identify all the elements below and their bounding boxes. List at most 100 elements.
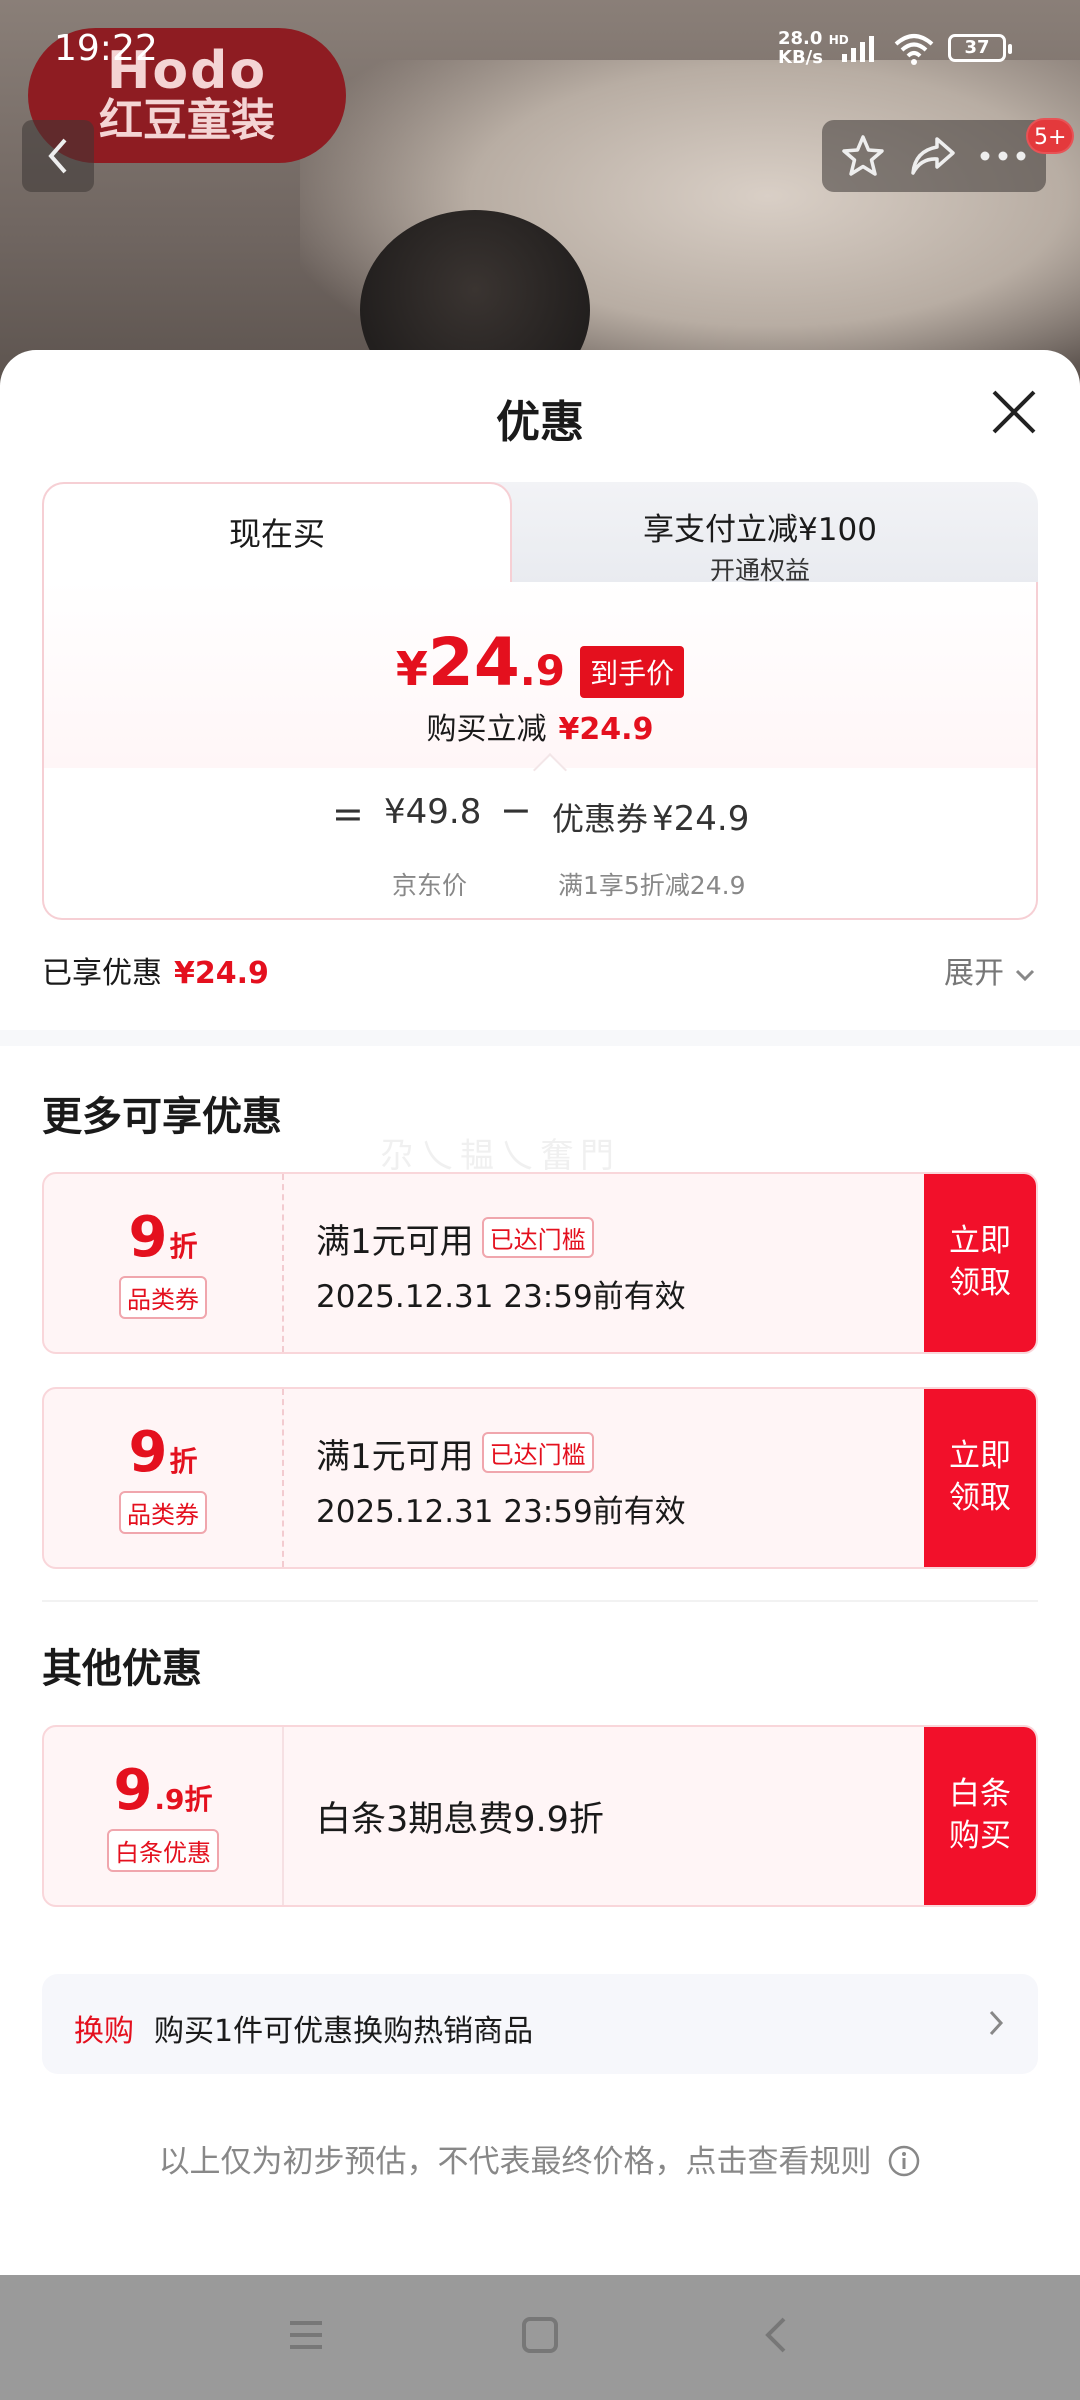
system-nav-bar — [0, 2275, 1080, 2400]
coupon-info: 满1元可用 已达门槛 2025.12.31 23:59前有效 — [316, 1174, 686, 1352]
menu-icon[interactable] — [286, 2315, 326, 2355]
enjoyed-discount-label: 已享优惠 — [42, 956, 162, 991]
tab-buy-now[interactable]: 现在买 — [42, 482, 512, 582]
wifi-icon — [894, 34, 934, 65]
coupon-discount-number: 9 — [128, 1420, 168, 1485]
claim-coupon-label-2: 领取 — [949, 1480, 1011, 1516]
coupon-discount: 9折 — [44, 1425, 282, 1481]
claim-coupon-button[interactable]: 立即 领取 — [924, 1389, 1036, 1567]
baitiao-discount-number: 9 — [113, 1758, 153, 1823]
expand-button[interactable]: 展开 — [944, 948, 1036, 992]
instant-discount: 购买立减 ¥24.9 — [44, 704, 1036, 748]
final-price-currency: ¥ — [395, 642, 428, 696]
equals-sign: = — [332, 792, 364, 836]
final-price-row: ¥24.9 到手价 — [44, 624, 1036, 701]
tab-pay-discount-subtitle: 开通权益 — [709, 556, 810, 585]
coupon-discount-unit: 折 — [169, 1230, 198, 1263]
coupon-deduction: 优惠券 ¥24.9 — [552, 794, 749, 840]
baitiao-card: 9.9折 白条优惠 白条3期息费9.9折 白条购买 — [42, 1725, 1038, 1907]
coupon-card: 9折 品类券 满1元可用 已达门槛 2025.12.31 23:59前有效 立即领… — [42, 1387, 1038, 1569]
final-price-integer: 24 — [427, 624, 520, 701]
claim-coupon-label-1: 立即 — [949, 1438, 1011, 1475]
jd-price: ¥49.8 — [384, 792, 482, 832]
swap-text: 购买1件可优惠换购热销商品 — [154, 2014, 534, 2049]
baitiao-type: 白条优惠 — [107, 1829, 219, 1872]
battery-icon: 37 — [948, 34, 1012, 62]
claim-coupon-button[interactable]: 立即 领取 — [924, 1174, 1036, 1352]
tab-pay-discount[interactable]: 享支付立减¥100 开通权益 — [482, 482, 1038, 585]
baitiao-buy-label-2: 购买 — [949, 1818, 1011, 1854]
final-price-tag: 到手价 — [580, 646, 685, 698]
swap-purchase-row[interactable]: 换购 购买1件可优惠换购热销商品 — [42, 1974, 1038, 2074]
baitiao-discount: 9.9折 — [44, 1763, 282, 1819]
section-divider — [0, 1030, 1080, 1046]
final-price-decimal: .9 — [519, 646, 565, 695]
share-icon[interactable] — [907, 133, 957, 179]
message-badge: 5+ — [1026, 118, 1075, 154]
disclaimer-text: 以上仅为初步预估，不代表最终价格，点击查看规则 — [158, 2144, 872, 2180]
claim-coupon-label-1: 立即 — [949, 1223, 1011, 1260]
network-speed-unit: KB/s — [778, 47, 823, 68]
coupon-status-tag: 已达门槛 — [481, 1432, 594, 1473]
separator-line — [42, 1600, 1038, 1602]
coupon-type: 品类券 — [119, 1276, 207, 1319]
enjoyed-discount-value: ¥24.9 — [174, 956, 269, 991]
coupon-condition: 满1元可用 — [316, 1222, 474, 1262]
instant-discount-value: ¥24.9 — [558, 712, 654, 747]
enjoyed-discount: 已享优惠 ¥24.9 — [42, 948, 269, 992]
expand-label: 展开 — [944, 956, 1004, 991]
coupon-type: 品类券 — [119, 1491, 207, 1534]
jd-price-label: 京东价 — [392, 871, 468, 900]
tab-pay-discount-title: 享支付立减¥100 — [643, 512, 877, 548]
brand-name: 红豆童装 — [99, 95, 275, 147]
network-speed: 28.0 HD KB/s — [778, 30, 849, 67]
final-price: ¥24.9 — [396, 624, 565, 701]
coupon-validity: 2025.12.31 23:59前有效 — [316, 1494, 686, 1530]
claim-coupon-label-2: 领取 — [949, 1265, 1011, 1301]
baitiao-info: 白条3期息费9.9折 — [316, 1727, 604, 1905]
top-action-group — [822, 120, 1046, 192]
chevron-down-icon — [1015, 969, 1034, 982]
baitiao-buy-button[interactable]: 白条 购买 — [924, 1727, 1036, 1905]
baitiao-discount-unit: .9折 — [154, 1783, 213, 1816]
more-icon[interactable] — [978, 146, 1028, 166]
price-summary: ¥24.9 到手价 购买立减 ¥24.9 — [44, 580, 1036, 768]
sheet-title: 优惠 — [496, 397, 584, 448]
back-button[interactable] — [22, 120, 94, 192]
home-icon[interactable] — [520, 2315, 560, 2355]
disclaimer[interactable]: 以上仅为初步预估，不代表最终价格，点击查看规则 — [0, 2136, 1080, 2181]
status-bar: 19:22 28.0 HD KB/s 37 — [0, 0, 1080, 100]
coupon-validity: 2025.12.31 23:59前有效 — [316, 1279, 686, 1315]
baitiao-value-area: 9.9折 白条优惠 — [44, 1727, 284, 1905]
other-discounts-title: 其他优惠 — [42, 1646, 202, 1692]
coupon-deduction-label: 优惠券 — [552, 800, 649, 838]
close-icon[interactable] — [988, 386, 1040, 438]
chevron-left-icon — [48, 138, 67, 174]
coupon-value-area: 9折 品类券 — [44, 1389, 284, 1567]
coupon-deduction-desc: 满1享5折减24.9 — [558, 871, 746, 900]
price-breakdown: = ¥49.8 − 优惠券 ¥24.9 京东价 满1享5折减24.9 — [44, 780, 1036, 920]
instant-discount-label: 购买立减 — [426, 712, 547, 747]
baitiao-buy-label-1: 白条 — [949, 1776, 1011, 1813]
status-time: 19:22 — [54, 28, 158, 69]
watermark-text: 尕乀韫乀奮門 — [380, 1136, 620, 1176]
minus-sign: − — [500, 788, 532, 832]
coupon-info: 满1元可用 已达门槛 2025.12.31 23:59前有效 — [316, 1389, 686, 1567]
baitiao-desc: 白条3期息费9.9折 — [316, 1800, 604, 1840]
more-discounts-title: 更多可享优惠 — [42, 1094, 282, 1140]
coupon-discount-number: 9 — [128, 1205, 168, 1270]
coupon-value-area: 9折 品类券 — [44, 1174, 284, 1352]
coupon-status-tag: 已达门槛 — [481, 1217, 594, 1258]
star-icon[interactable] — [840, 133, 886, 179]
coupon-deduction-value: ¥24.9 — [652, 799, 750, 839]
price-card: ¥24.9 到手价 购买立减 ¥24.9 = ¥49.8 − 优惠券 ¥24.9 京… — [42, 580, 1038, 920]
coupon-condition: 满1元可用 — [316, 1437, 474, 1477]
swap-key: 换购 — [74, 2014, 134, 2049]
signal-icon — [842, 36, 874, 62]
back-icon[interactable] — [756, 2315, 796, 2355]
info-icon — [889, 2145, 920, 2177]
coupon-card: 9折 品类券 满1元可用 已达门槛 2025.12.31 23:59前有效 立即领… — [42, 1172, 1038, 1354]
coupon-discount-unit: 折 — [169, 1445, 198, 1478]
chevron-right-icon — [989, 2010, 1004, 2036]
network-speed-value: 28.0 — [778, 28, 823, 49]
